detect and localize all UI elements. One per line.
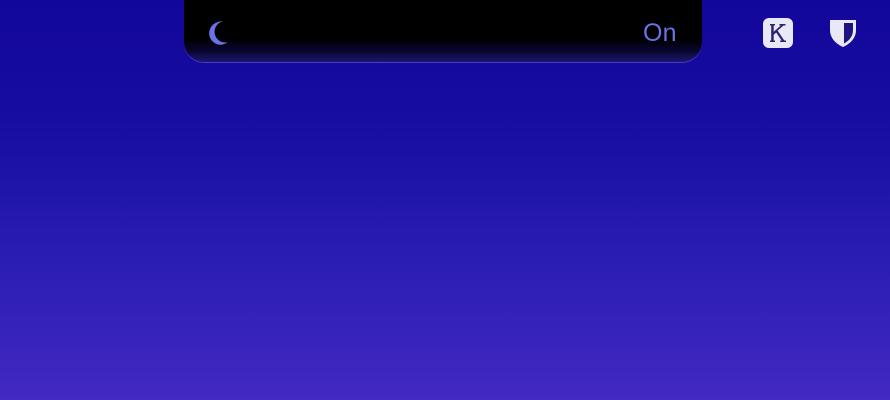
notch-panel	[184, 0, 702, 62]
moon-icon[interactable]	[206, 18, 234, 46]
k-app-icon[interactable]	[762, 17, 794, 49]
shield-icon[interactable]	[827, 17, 859, 49]
do-not-disturb-status[interactable]: On	[643, 18, 677, 48]
